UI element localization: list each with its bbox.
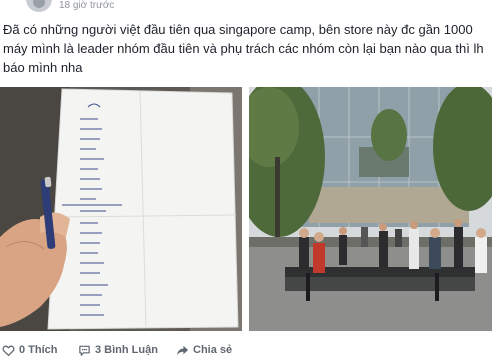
post-text: Đã có những người việt đầu tiên qua sing… [3,22,484,75]
signup-sheet-image [0,87,242,331]
share-arrow-icon [177,345,189,355]
share-button[interactable]: Chia sẻ [176,342,232,358]
comment-icon [79,345,90,356]
post-timestamp[interactable]: 18 giờ trước [59,0,114,12]
like-label: 0 Thích [19,344,58,356]
heart-icon [2,345,15,356]
post-header: 18 giờ trước [0,0,492,14]
share-label: Chia sẻ [193,344,233,356]
photo-signup-sheet[interactable] [0,87,242,331]
comment-label: 3 Bình Luận [95,344,158,356]
comment-button[interactable]: 3 Bình Luận [78,342,158,358]
like-button[interactable]: 0 Thích [2,342,58,358]
author-avatar[interactable] [26,0,52,12]
post-action-bar: 0 Thích 3 Bình Luận Chia sẻ [0,338,492,360]
photo-apple-store[interactable] [249,87,492,331]
apple-store-image [249,87,492,331]
photo-grid [0,87,492,331]
